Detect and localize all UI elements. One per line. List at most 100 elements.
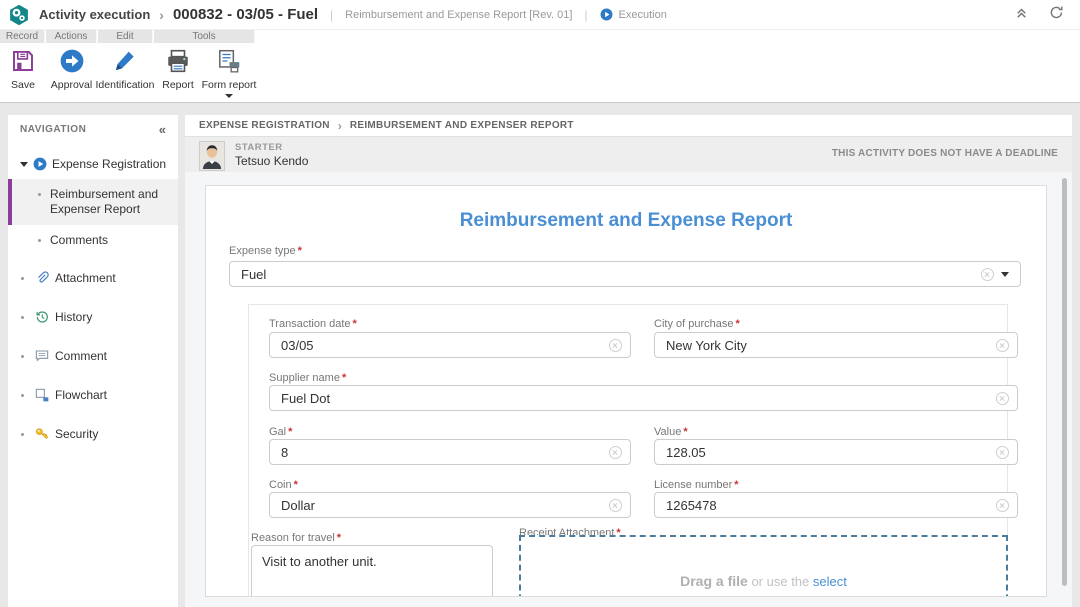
- identification-button[interactable]: Identification: [93, 46, 157, 91]
- clear-icon[interactable]: [609, 446, 622, 459]
- license-number-label: License number*: [654, 479, 739, 491]
- top-bar: Activity execution › 000832 - 03/05 - Fu…: [0, 0, 1080, 30]
- or-use-text: or use the: [751, 574, 809, 589]
- required-marker: *: [735, 318, 739, 330]
- toolbar-group-actions: Actions: [46, 30, 97, 43]
- value-label: Value*: [654, 426, 688, 438]
- clear-icon[interactable]: [996, 499, 1009, 512]
- sidebar-item-comments[interactable]: Comments: [8, 225, 178, 256]
- sidebar-item-label: Flowchart: [55, 388, 107, 402]
- report-button[interactable]: Report: [156, 46, 200, 91]
- breadcrumb-item[interactable]: EXPENSE REGISTRATION: [199, 120, 330, 131]
- bullet-icon: [21, 433, 24, 436]
- sidebar-item-flowchart[interactable]: Flowchart: [8, 378, 178, 412]
- starter-avatar: [199, 141, 225, 171]
- form-title: Reimbursement and Expense Report: [206, 210, 1046, 232]
- sidebar-item-expense-registration[interactable]: Expense Registration: [8, 149, 178, 179]
- bullet-icon: [21, 394, 24, 397]
- sidebar-item-label: History: [55, 310, 92, 324]
- clear-icon[interactable]: [609, 339, 622, 352]
- flowchart-icon: [34, 387, 50, 403]
- clear-icon[interactable]: [996, 392, 1009, 405]
- approval-icon: [46, 46, 97, 76]
- save-icon: [2, 46, 44, 76]
- app-title: Activity execution: [39, 7, 150, 22]
- required-marker: *: [337, 532, 341, 544]
- sidebar-item-label: Expense Registration: [52, 157, 166, 171]
- navigation-sidebar: NAVIGATION « Expense Registration Reimbu…: [8, 115, 178, 607]
- clear-icon[interactable]: [981, 268, 994, 281]
- report-label: Report: [156, 79, 200, 91]
- required-marker: *: [353, 318, 357, 330]
- record-title: 000832 - 03/05 - Fuel: [173, 6, 318, 23]
- reason-for-travel-textarea[interactable]: Visit to another unit.: [251, 545, 493, 597]
- navigation-title: NAVIGATION: [20, 124, 86, 135]
- sidebar-item-attachment[interactable]: Attachment: [8, 261, 178, 295]
- required-marker: *: [734, 479, 738, 491]
- transaction-date-label: Transaction date*: [269, 318, 357, 330]
- sidebar-collapse-icon[interactable]: «: [159, 122, 166, 137]
- supplier-name-label: Supplier name*: [269, 372, 346, 384]
- approval-button[interactable]: Approval: [46, 46, 97, 91]
- bullet-icon: [21, 355, 24, 358]
- form-report-icon: [201, 46, 257, 76]
- required-marker: *: [342, 372, 346, 384]
- ribbon-toolbar: Record Actions Edit Tools Save Approval …: [0, 30, 1080, 103]
- form-report-button[interactable]: Form report: [201, 46, 257, 98]
- history-clock-icon: [34, 309, 50, 325]
- toolbar-group-record: Record: [0, 30, 45, 43]
- approval-label: Approval: [46, 79, 97, 91]
- tree-caret-icon[interactable]: [20, 162, 28, 167]
- coin-label: Coin*: [269, 479, 298, 491]
- save-button[interactable]: Save: [2, 46, 44, 91]
- pencil-icon: [93, 46, 157, 76]
- expense-type-input[interactable]: [229, 261, 1021, 287]
- app-logo-icon: [8, 4, 30, 26]
- key-icon: [34, 426, 50, 442]
- supplier-name-input[interactable]: [269, 385, 1018, 411]
- sidebar-item-history[interactable]: History: [8, 300, 178, 334]
- sidebar-item-label: Attachment: [55, 271, 116, 285]
- vertical-scrollbar[interactable]: [1062, 178, 1067, 586]
- save-label: Save: [2, 79, 44, 91]
- receipt-dropzone[interactable]: Drag a file or use the select: [519, 535, 1008, 597]
- sidebar-item-label: Comment: [55, 349, 107, 363]
- form-revision-label: Reimbursement and Expense Report [Rev. 0…: [345, 9, 572, 21]
- transaction-date-input[interactable]: [269, 332, 631, 358]
- sidebar-item-reimbursement-report[interactable]: Reimbursement and Expenser Report: [8, 179, 178, 225]
- main-panel: EXPENSE REGISTRATION › REIMBURSEMENT AND…: [185, 115, 1072, 607]
- clear-icon[interactable]: [996, 339, 1009, 352]
- sidebar-item-comment[interactable]: Comment: [8, 339, 178, 373]
- title-separator: |: [330, 8, 333, 22]
- clear-icon[interactable]: [996, 446, 1009, 459]
- breadcrumb-chevron: ›: [338, 119, 342, 133]
- collapse-header-icon[interactable]: [1014, 5, 1029, 25]
- starter-row: STARTER Tetsuo Kendo THIS ACTIVITY DOES …: [185, 137, 1072, 172]
- bullet-icon: [38, 193, 41, 196]
- printer-icon: [156, 46, 200, 76]
- gal-label: Gal*: [269, 426, 292, 438]
- gal-input[interactable]: [269, 439, 631, 465]
- required-marker: *: [288, 426, 292, 438]
- coin-input[interactable]: [269, 492, 631, 518]
- chevron-down-icon[interactable]: [1001, 272, 1009, 277]
- select-file-link[interactable]: select: [813, 574, 847, 589]
- drag-file-text: Drag a file: [680, 573, 748, 589]
- paperclip-icon: [34, 270, 50, 286]
- value-input[interactable]: [654, 439, 1018, 465]
- breadcrumb: EXPENSE REGISTRATION › REIMBURSEMENT AND…: [185, 115, 1072, 137]
- bullet-icon: [38, 239, 41, 242]
- toolbar-group-tools: Tools: [154, 30, 255, 43]
- sidebar-item-label: Reimbursement and Expenser Report: [50, 187, 158, 216]
- sidebar-item-security[interactable]: Security: [8, 417, 178, 451]
- license-number-input[interactable]: [654, 492, 1018, 518]
- execution-step: Execution: [600, 8, 667, 21]
- form-report-dropdown-icon[interactable]: [225, 94, 233, 98]
- city-of-purchase-input[interactable]: [654, 332, 1018, 358]
- clear-icon[interactable]: [609, 499, 622, 512]
- deadline-notice: THIS ACTIVITY DOES NOT HAVE A DEADLINE: [832, 148, 1058, 159]
- speech-bubble-icon: [34, 348, 50, 364]
- title-chevron: ›: [159, 7, 164, 23]
- required-marker: *: [683, 426, 687, 438]
- refresh-icon[interactable]: [1049, 5, 1064, 25]
